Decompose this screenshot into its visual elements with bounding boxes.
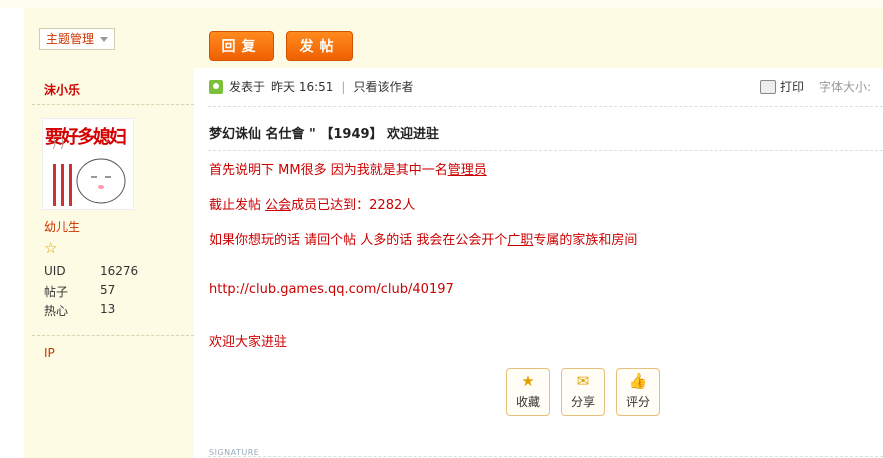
star-icon: ☆ <box>44 239 58 257</box>
font-size-control[interactable]: 字体大小: <box>819 78 871 95</box>
theme-manage-label: 主题管理 <box>46 32 95 46</box>
separator: | <box>341 79 346 94</box>
post-text: 截止发帖 <box>209 198 266 213</box>
stat-value[interactable]: 57 <box>100 283 115 302</box>
user-rank[interactable]: 幼儿生 <box>44 218 80 235</box>
share-label: 分享 <box>570 395 595 409</box>
author-name[interactable]: 沫小乐 <box>44 81 80 98</box>
avatar[interactable]: 要好多媳妇 <box>42 118 134 210</box>
theme-manage-select[interactable]: 主题管理 <box>39 28 116 50</box>
divider <box>32 104 194 105</box>
divider <box>32 335 194 336</box>
top-strip <box>0 0 883 8</box>
rate-label: 评分 <box>625 395 650 409</box>
post-title: 梦幻诛仙 名仕會 " 【1949】 欢迎进驻 <box>209 127 440 142</box>
thumbs-up-icon: 👍 <box>628 372 648 390</box>
stat-row-enthusiasm: 热心 13 <box>44 302 138 321</box>
stat-row-uid: UID 16276 <box>44 264 138 283</box>
author-sidebar: 主题管理 沫小乐 要好多媳妇 幼儿生 ☆ UID 16276 帖子 57 热心 <box>24 8 194 458</box>
keyword-link[interactable]: 广职 <box>507 233 533 248</box>
post-welcome: 欢迎大家进驻 <box>209 335 288 350</box>
stat-row-posts: 帖子 57 <box>44 283 138 302</box>
avatar-illustration <box>52 136 126 206</box>
chevron-down-icon <box>100 36 109 42</box>
printer-icon <box>760 79 776 94</box>
print-label: 打印 <box>780 80 805 94</box>
posted-prefix: 发表于 <box>229 80 266 94</box>
divider <box>208 456 883 457</box>
keyword-link[interactable]: 公会 <box>265 198 291 213</box>
post-text: 如果你想玩的话 请回个帖 人多的话 我会在公会开个 <box>209 233 508 248</box>
share-button[interactable]: ✉ 分享 <box>561 368 605 416</box>
divider <box>208 150 883 151</box>
new-post-button[interactable]: 发帖 <box>286 31 353 61</box>
favorite-label: 收藏 <box>515 395 540 409</box>
divider <box>208 106 883 107</box>
post-text: 专属的家族和房间 <box>533 233 638 248</box>
print-link[interactable]: 打印 <box>760 78 804 95</box>
rate-button[interactable]: 👍 评分 <box>616 368 660 416</box>
post-line: 截止发帖 公会成员已达到：2282人 <box>209 194 415 213</box>
stat-label: UID <box>44 264 66 278</box>
envelope-icon: ✉ <box>576 372 590 390</box>
stat-value[interactable]: 16276 <box>100 264 138 283</box>
keyword-link[interactable]: 管理员 <box>448 163 487 178</box>
user-stats: UID 16276 帖子 57 热心 13 <box>44 264 138 321</box>
only-author-link[interactable]: 只看该作者 <box>353 78 413 95</box>
post-line: 如果你想玩的话 请回个帖 人多的话 我会在公会开个广职专属的家族和房间 <box>209 229 637 248</box>
post-meta: 发表于 昨天 16:51 | 只看该作者 <box>209 78 413 95</box>
reply-button[interactable]: 回复 <box>209 31 274 61</box>
post-text: 成员已达到：2282人 <box>291 198 416 213</box>
post-line: 首先说明下 MM很多 因为我就是其中一名管理员 <box>209 159 487 178</box>
posted-time: 昨天 16:51 <box>271 80 334 94</box>
stat-label: 热心 <box>44 304 69 318</box>
post-toolbar: 回复 发帖 <box>194 8 883 68</box>
favorite-button[interactable]: ★ 收藏 <box>506 368 550 416</box>
post-url[interactable]: http://club.games.qq.com/club/40197 <box>209 282 454 297</box>
ip-link[interactable]: IP <box>44 346 55 360</box>
online-status-icon <box>209 79 223 94</box>
stat-value: 13 <box>100 302 116 316</box>
post-text: 首先说明下 MM很多 因为我就是其中一名 <box>209 163 448 178</box>
star-icon: ★ <box>521 372 535 390</box>
stat-label: 帖子 <box>44 285 69 299</box>
